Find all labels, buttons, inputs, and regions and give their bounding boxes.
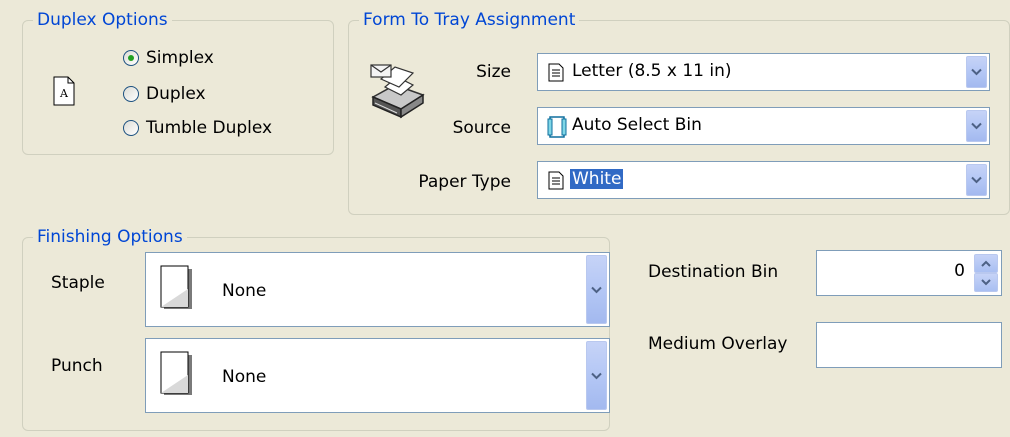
source-dropdown[interactable]: Auto Select Bin (537, 107, 990, 145)
tumble-duplex-radio[interactable]: Tumble Duplex (123, 117, 272, 139)
punch-dropdown-button[interactable] (586, 341, 607, 410)
staple-dropdown[interactable]: None (145, 252, 610, 327)
punch-value: None (222, 367, 267, 387)
simplex-label: Simplex (146, 48, 214, 68)
page-fold-icon (160, 265, 194, 316)
duplex-options-group: Duplex Options A Simplex Duplex Tumble D… (22, 9, 334, 155)
size-label: Size (476, 62, 511, 82)
radio-unchecked-indicator[interactable] (123, 120, 139, 136)
paper-type-label: Paper Type (418, 172, 511, 192)
svg-text:A: A (59, 87, 69, 100)
chevron-down-icon (591, 286, 602, 293)
printer-envelope-icon (367, 59, 427, 121)
simplex-radio[interactable]: Simplex (123, 47, 214, 69)
radio-checked-indicator[interactable] (123, 50, 139, 66)
chevron-down-icon (591, 372, 602, 379)
source-label: Source (452, 118, 511, 138)
tumble-duplex-label: Tumble Duplex (146, 118, 273, 138)
document-icon (548, 171, 564, 195)
size-dropdown[interactable]: Letter (8.5 x 11 in) (537, 53, 990, 91)
chevron-down-icon (971, 122, 982, 130)
paper-type-dropdown[interactable]: White (537, 161, 990, 199)
punch-label: Punch (51, 356, 103, 376)
size-value: Letter (8.5 x 11 in) (572, 61, 732, 81)
medium-overlay-input[interactable] (816, 322, 1002, 368)
spin-up-button[interactable] (974, 254, 998, 273)
spin-down-button[interactable] (974, 273, 998, 292)
medium-overlay-label: Medium Overlay (648, 334, 788, 354)
page-fold-icon (160, 351, 194, 402)
document-icon (548, 63, 564, 87)
duplex-label: Duplex (146, 84, 206, 104)
duplex-radio[interactable]: Duplex (123, 83, 206, 105)
chevron-down-icon (971, 176, 982, 184)
paper-type-value: White (570, 169, 624, 189)
radio-unchecked-indicator[interactable] (123, 86, 139, 102)
duplex-options-legend: Duplex Options (33, 9, 172, 31)
destination-bin-label: Destination Bin (648, 262, 779, 282)
finishing-options-group: Finishing Options Staple None Punch None (22, 226, 610, 431)
destination-bin-value: 0 (954, 261, 965, 281)
destination-bin-spinner[interactable]: 0 (816, 250, 1002, 296)
staple-value: None (222, 281, 267, 301)
staple-dropdown-button[interactable] (586, 255, 607, 324)
source-dropdown-button[interactable] (966, 110, 987, 142)
finishing-options-legend: Finishing Options (33, 226, 187, 248)
form-tray-group: Form To Tray Assignment Size Letter (8.5… (348, 9, 1010, 215)
paper-type-dropdown-button[interactable] (966, 164, 987, 196)
bin-icon (547, 116, 567, 143)
chevron-down-icon (971, 68, 982, 76)
spin-down-icon (981, 279, 991, 286)
spin-up-icon (981, 260, 991, 267)
staple-label: Staple (51, 273, 105, 293)
size-dropdown-button[interactable] (966, 56, 987, 88)
document-a-icon: A (53, 76, 75, 106)
punch-dropdown[interactable]: None (145, 338, 610, 413)
source-value: Auto Select Bin (572, 115, 702, 135)
form-tray-legend: Form To Tray Assignment (359, 9, 580, 31)
